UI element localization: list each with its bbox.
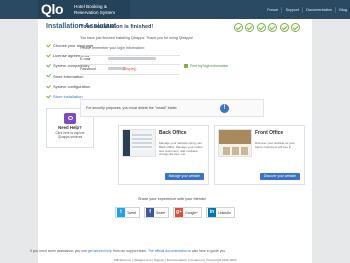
thank-you-text: You have just finished installing Qloapp… (80, 36, 194, 40)
share-google-button[interactable]: g+ Google+ (173, 207, 203, 218)
facebook-icon: f (146, 208, 155, 217)
share-title: Share your experience with your friends! (138, 197, 206, 201)
step-complete-icon (291, 23, 300, 32)
step-progress (231, 23, 300, 32)
check-icon (45, 83, 52, 89)
manage-website-button[interactable]: Manage your website (164, 173, 204, 180)
back-office-card: Back Office Manage your website using yo… (118, 125, 209, 185)
check-icon (45, 52, 52, 58)
print-login-link[interactable]: Print my login information (190, 64, 228, 68)
nav-support-link[interactable]: Support (281, 6, 302, 13)
share-label: Google+ (185, 210, 199, 215)
logo-text: Hotel Booking & Reservation System (74, 4, 115, 15)
front-office-thumbnail (218, 129, 252, 157)
share-share-button[interactable]: f Share (144, 207, 170, 218)
success-title: Your installation is finished! (80, 24, 154, 30)
step-label: Store installation (53, 94, 83, 100)
password-label: Password (80, 67, 96, 71)
share-label: Tweet (127, 210, 137, 215)
twitter-icon: t (117, 208, 125, 217)
check-icon (45, 42, 52, 48)
logo[interactable]: Qlo Hotel Booking & Reservation System (38, 0, 130, 19)
step-complete-icon (245, 23, 254, 32)
share-label: LinkedIn (218, 210, 231, 215)
front-office-title: Front Office (255, 130, 284, 136)
step-complete-icon (279, 23, 289, 32)
discover-website-button[interactable]: Discover your website (259, 173, 300, 180)
info-icon: ! (220, 104, 229, 113)
step-complete-icon (268, 23, 277, 32)
divider (80, 74, 180, 75)
documentation-link[interactable]: The official documentation (148, 249, 188, 253)
nav-blog-link[interactable]: Blog (335, 6, 350, 13)
footer-text-part: is also here to guide you. (187, 249, 227, 253)
tailored-help-link[interactable]: get tailored help (88, 249, 112, 253)
top-navigation: Forum Support Documentation Blog (264, 0, 350, 19)
back-office-thumbnail (122, 129, 156, 157)
printer-icon[interactable] (184, 64, 188, 68)
check-icon (45, 62, 52, 68)
check-icon (45, 72, 52, 79)
email-label: E-mail (80, 57, 91, 61)
step-complete-icon (256, 23, 266, 32)
nav-forum-link[interactable]: Forum (264, 7, 281, 13)
step-item: System configuration (45, 81, 93, 91)
check-icon (45, 93, 52, 99)
divider (80, 64, 180, 65)
step-item: Store information (45, 71, 93, 81)
logo-mark: Qlo (41, 1, 64, 17)
logo-text-line2: Reservation System (74, 9, 116, 15)
step-label: System configuration (53, 83, 91, 89)
security-warning: For security purposes, you must delete t… (80, 99, 264, 117)
nav-documentation-link[interactable]: Documentation (302, 6, 335, 13)
step-label: Store information (53, 73, 84, 79)
help-chat-icon (64, 113, 76, 124)
step-complete-icon (233, 23, 243, 32)
help-title: Need Help? (58, 125, 82, 130)
warning-text: For security purposes, you must delete t… (86, 106, 178, 110)
share-tweet-button[interactable]: t Tweet (115, 207, 141, 218)
front-office-card: Front Office Discover your website as yo… (214, 125, 305, 185)
social-share-buttons: t Tweet f Share g+ Google+ in LinkedIn (115, 207, 239, 218)
footer-text-part: from our support team. (111, 249, 148, 253)
share-linkedin-button[interactable]: in LinkedIn (206, 207, 235, 218)
copyright-bar: Official forum | Qloapps.com | Support |… (113, 258, 237, 262)
google-plus-icon: g+ (175, 208, 184, 217)
login-info-text: Please remember your login information: (80, 46, 145, 50)
back-office-description: Manage your website using your Back Offi… (159, 141, 203, 157)
display-password-link[interactable]: (Display) (123, 67, 136, 71)
linkedin-icon: in (208, 208, 217, 217)
share-label: Share (156, 210, 166, 215)
divider (80, 55, 180, 56)
footer-help-text: If you need some assistance, you can get… (30, 249, 226, 253)
help-text-line2: Qloapps services (57, 135, 83, 139)
email-value (108, 57, 156, 60)
footer-text-part: If you need some assistance, you can (30, 249, 88, 253)
back-office-title: Back Office (159, 130, 187, 136)
help-text: Click here to explore Qloapps services (47, 131, 93, 139)
front-office-description: Discover your website as your future cus… (255, 141, 296, 149)
